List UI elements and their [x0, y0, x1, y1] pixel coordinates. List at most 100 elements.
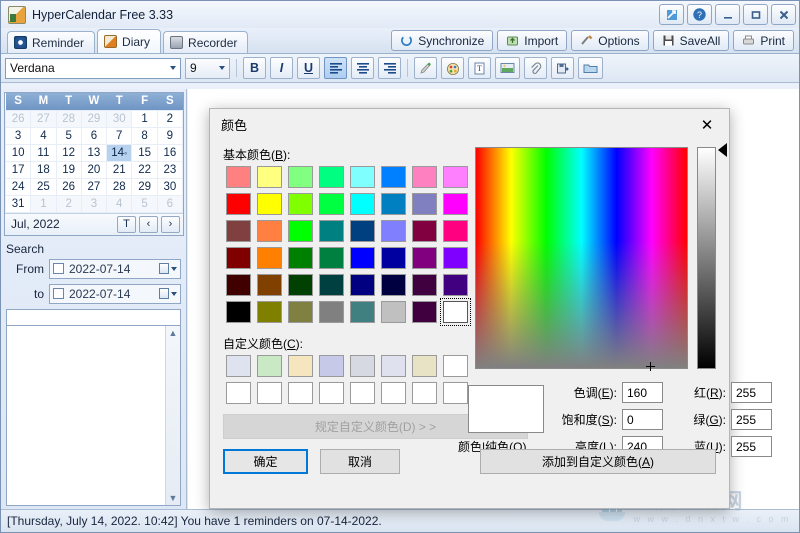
- search-to-datefield[interactable]: 2022-07-14: [49, 283, 181, 304]
- basic-color-swatch[interactable]: [319, 247, 344, 269]
- align-right-button[interactable]: [378, 57, 401, 79]
- calendar-day[interactable]: 29: [80, 109, 108, 128]
- basic-color-swatch[interactable]: [288, 220, 313, 242]
- calendar-day[interactable]: 11: [30, 143, 57, 162]
- calendar-day[interactable]: 28: [106, 177, 133, 196]
- calendar-day[interactable]: 21: [106, 160, 133, 179]
- basic-color-swatch[interactable]: [319, 301, 344, 323]
- open-folder-button[interactable]: [578, 57, 603, 79]
- calendar-day[interactable]: 10: [4, 143, 32, 162]
- basic-color-swatch[interactable]: [350, 301, 375, 323]
- scroll-down-icon[interactable]: ▼: [169, 491, 178, 505]
- basic-color-swatch[interactable]: [288, 247, 313, 269]
- align-left-button[interactable]: [324, 57, 347, 79]
- calendar-day[interactable]: 28: [55, 109, 82, 128]
- italic-button[interactable]: I: [270, 57, 293, 79]
- calendar-day[interactable]: 1: [30, 194, 57, 213]
- search-from-datefield[interactable]: 2022-07-14: [49, 258, 181, 279]
- basic-color-swatch[interactable]: [412, 166, 437, 188]
- custom-color-swatch[interactable]: [226, 382, 251, 404]
- save-as-button[interactable]: [551, 57, 574, 79]
- calendar-day[interactable]: 23: [156, 160, 184, 179]
- bold-button[interactable]: B: [243, 57, 266, 79]
- basic-color-swatch[interactable]: [443, 166, 468, 188]
- calendar-day[interactable]: 29: [131, 177, 158, 196]
- calendar-day[interactable]: 9: [156, 126, 184, 145]
- calendar-day[interactable]: 26: [55, 177, 82, 196]
- date-picker-icon[interactable]: [159, 288, 177, 299]
- calendar-day[interactable]: 6: [156, 194, 184, 213]
- calendar-day[interactable]: 22: [131, 160, 158, 179]
- custom-color-swatch[interactable]: [350, 382, 375, 404]
- basic-color-swatch[interactable]: [257, 193, 282, 215]
- basic-color-swatch[interactable]: [350, 193, 375, 215]
- basic-color-swatch[interactable]: [319, 193, 344, 215]
- calendar-day[interactable]: 18: [30, 160, 57, 179]
- basic-color-swatch[interactable]: [350, 166, 375, 188]
- date-picker-icon[interactable]: [159, 263, 177, 274]
- font-color-button[interactable]: [441, 57, 464, 79]
- basic-color-swatch[interactable]: [412, 247, 437, 269]
- basic-color-swatch[interactable]: [381, 193, 406, 215]
- basic-color-swatch[interactable]: [350, 220, 375, 242]
- tab-recorder[interactable]: Recorder: [163, 31, 249, 53]
- attachment-button[interactable]: [524, 57, 547, 79]
- calendar-day[interactable]: 6: [80, 126, 108, 145]
- calendar-day[interactable]: 30: [156, 177, 184, 196]
- red-input[interactable]: 255: [731, 382, 772, 403]
- basic-color-swatch[interactable]: [350, 274, 375, 296]
- custom-color-swatch[interactable]: [350, 355, 375, 377]
- color-dialog-close-button[interactable]: ✕: [685, 109, 729, 140]
- calendar-day[interactable]: 13: [80, 143, 108, 162]
- basic-color-swatch[interactable]: [350, 247, 375, 269]
- custom-color-swatch[interactable]: [381, 355, 406, 377]
- insert-picture-button[interactable]: [495, 57, 520, 79]
- calendar-day[interactable]: 8: [131, 126, 158, 145]
- calendar-day-selected[interactable]: 14: [106, 143, 133, 162]
- underline-button[interactable]: U: [297, 57, 320, 79]
- calendar-day[interactable]: 2: [156, 109, 184, 128]
- ok-button[interactable]: 确定: [223, 449, 308, 474]
- scroll-up-icon[interactable]: ▲: [169, 326, 178, 340]
- basic-color-swatch[interactable]: [257, 220, 282, 242]
- basic-color-swatch[interactable]: [381, 220, 406, 242]
- basic-color-swatch[interactable]: [226, 247, 251, 269]
- saveall-button[interactable]: SaveAll: [652, 30, 730, 51]
- luminance-slider[interactable]: [697, 147, 716, 369]
- basic-color-swatch[interactable]: [412, 274, 437, 296]
- basic-color-swatch[interactable]: [226, 274, 251, 296]
- basic-color-swatch[interactable]: [319, 220, 344, 242]
- today-button[interactable]: T: [117, 215, 136, 233]
- basic-color-swatch[interactable]: [381, 166, 406, 188]
- search-to-checkbox[interactable]: [53, 288, 64, 299]
- basic-color-swatch[interactable]: [412, 220, 437, 242]
- custom-color-swatch[interactable]: [443, 355, 468, 377]
- basic-color-swatch[interactable]: [288, 274, 313, 296]
- basic-color-swatch[interactable]: [443, 247, 468, 269]
- tab-diary[interactable]: Diary: [97, 29, 162, 53]
- basic-color-swatch[interactable]: [226, 301, 251, 323]
- calendar-day[interactable]: 26: [4, 109, 32, 128]
- custom-color-swatch[interactable]: [288, 355, 313, 377]
- options-button[interactable]: Options: [571, 30, 649, 51]
- custom-color-swatch[interactable]: [412, 382, 437, 404]
- add-to-custom-colors-button[interactable]: 添加到自定义颜色(A): [480, 449, 716, 474]
- basic-color-swatch[interactable]: [381, 301, 406, 323]
- mini-calendar[interactable]: S M T W T F S 26 27 28 29 30 1 2 3 4 5 6…: [4, 92, 184, 236]
- search-from-checkbox[interactable]: [53, 263, 64, 274]
- basic-color-swatch[interactable]: [288, 193, 313, 215]
- calendar-day[interactable]: 30: [106, 109, 133, 128]
- luminance-slider-thumb[interactable]: [718, 143, 727, 157]
- custom-color-swatch[interactable]: [443, 382, 468, 404]
- cancel-button[interactable]: 取消: [320, 449, 400, 474]
- print-button[interactable]: Print: [733, 30, 794, 51]
- calendar-day[interactable]: 7: [106, 126, 133, 145]
- basic-color-swatch[interactable]: [319, 166, 344, 188]
- calendar-day[interactable]: 3: [80, 194, 108, 213]
- basic-color-swatch[interactable]: [412, 193, 437, 215]
- custom-color-swatch[interactable]: [288, 382, 313, 404]
- calendar-day[interactable]: 24: [4, 177, 32, 196]
- calendar-day[interactable]: 27: [80, 177, 108, 196]
- basic-color-swatch[interactable]: [443, 193, 468, 215]
- restore-style-button[interactable]: [659, 4, 684, 25]
